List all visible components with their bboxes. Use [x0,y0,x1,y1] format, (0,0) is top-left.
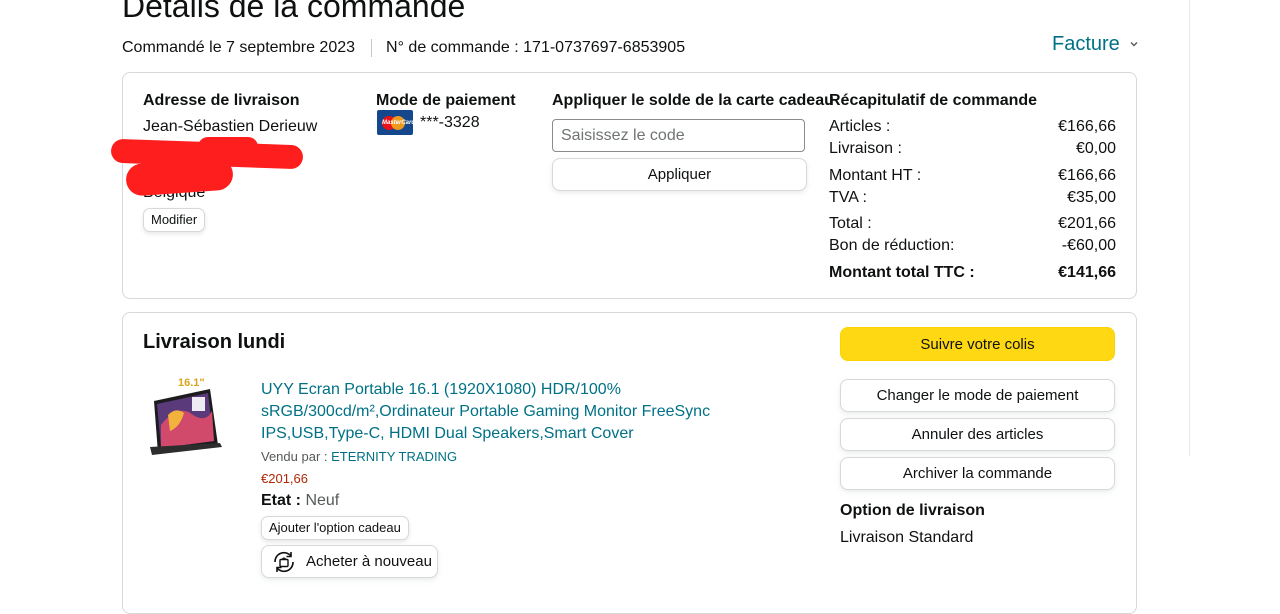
card-number: ***-3328 [420,114,480,131]
shipping-option-value: Livraison Standard [840,529,974,546]
summary-label: Bon de réduction: [829,237,955,254]
delivery-title: Livraison lundi [143,331,286,353]
page-divider [1189,0,1190,456]
summary-label: Total : [829,215,872,232]
edit-address-button[interactable]: Modifier [143,208,206,232]
summary-value: €0,00 [1075,140,1116,157]
product-title-link[interactable]: UYY Ecran Portable 16.1 (1920X1080) HDR/… [261,379,811,445]
summary-label: Livraison : [829,140,902,157]
meta-divider [371,39,373,57]
summary-value: €35,00 [1067,189,1116,206]
order-meta: Commandé le 7 septembre 2023 N° de comma… [122,38,685,58]
order-number: N° de commande : 171-0737697-6853905 [386,39,686,56]
payment-title: Mode de paiement [376,92,516,109]
track-package-button[interactable]: Suivre votre colis [840,327,1115,361]
condition-value: Neuf [305,492,340,509]
order-date: Commandé le 7 septembre 2023 [122,39,356,56]
gift-code-input[interactable] [552,119,805,152]
product-price: €201,66 [261,471,308,486]
gift-option-button[interactable]: Ajouter l'option cadeau [261,516,409,540]
recipient-name: Jean-Sébastien Derieuw [143,118,318,135]
summary-value: €201,66 [1058,215,1116,232]
shipping-option-title: Option de livraison [840,502,985,519]
chevron-down-icon [1130,42,1138,47]
buy-again-label: Acheter à nouveau [306,553,432,570]
archive-order-button[interactable]: Archiver la commande [840,457,1115,490]
page-title: Détails de la commande [122,0,466,24]
delivery-card: Livraison lundi 16.1" UYY Ecran Portable… [122,312,1137,614]
summary-value: €166,66 [1058,118,1116,135]
grand-total-value: €141,66 [1058,264,1116,281]
seller-line: Vendu par : ETERNITY TRADING [261,449,457,465]
seller-link[interactable]: ETERNITY TRADING [331,449,457,464]
mastercard-icon: MasterCard [377,110,413,135]
summary-label: Montant HT : [829,167,922,184]
sold-by-label: Vendu par : [261,449,328,464]
invoice-label: Facture [1052,33,1120,55]
summary-label: Articles : [829,118,891,135]
summary-value: -€60,00 [1061,237,1116,254]
grand-total-label: Montant total TTC : [829,264,975,281]
buy-again-button[interactable]: Acheter à nouveau [261,545,438,578]
redaction-mark [198,137,258,157]
condition-label: Etat : [261,492,301,509]
product-condition: Etat : Neuf [261,491,339,511]
summary-label: TVA : [829,189,867,206]
size-badge: 16.1" [178,377,205,389]
invoice-dropdown[interactable]: Facture [1052,32,1140,56]
change-payment-button[interactable]: Changer le mode de paiement [840,379,1115,412]
apply-gift-card-button[interactable]: Appliquer [552,158,807,191]
summary-value: €166,66 [1058,167,1116,184]
shipping-address-title: Adresse de livraison [143,92,300,109]
redaction-mark [125,157,234,197]
order-summary-card: Adresse de livraison Jean-Sébastien Deri… [110,72,1137,299]
product-image[interactable]: 16.1" [148,375,223,457]
buy-again-icon [274,551,294,572]
gift-card-title: Appliquer le solde de la carte cadeau [552,92,834,109]
cancel-items-button[interactable]: Annuler des articles [840,418,1115,451]
summary-title: Récapitulatif de commande [829,92,1038,109]
